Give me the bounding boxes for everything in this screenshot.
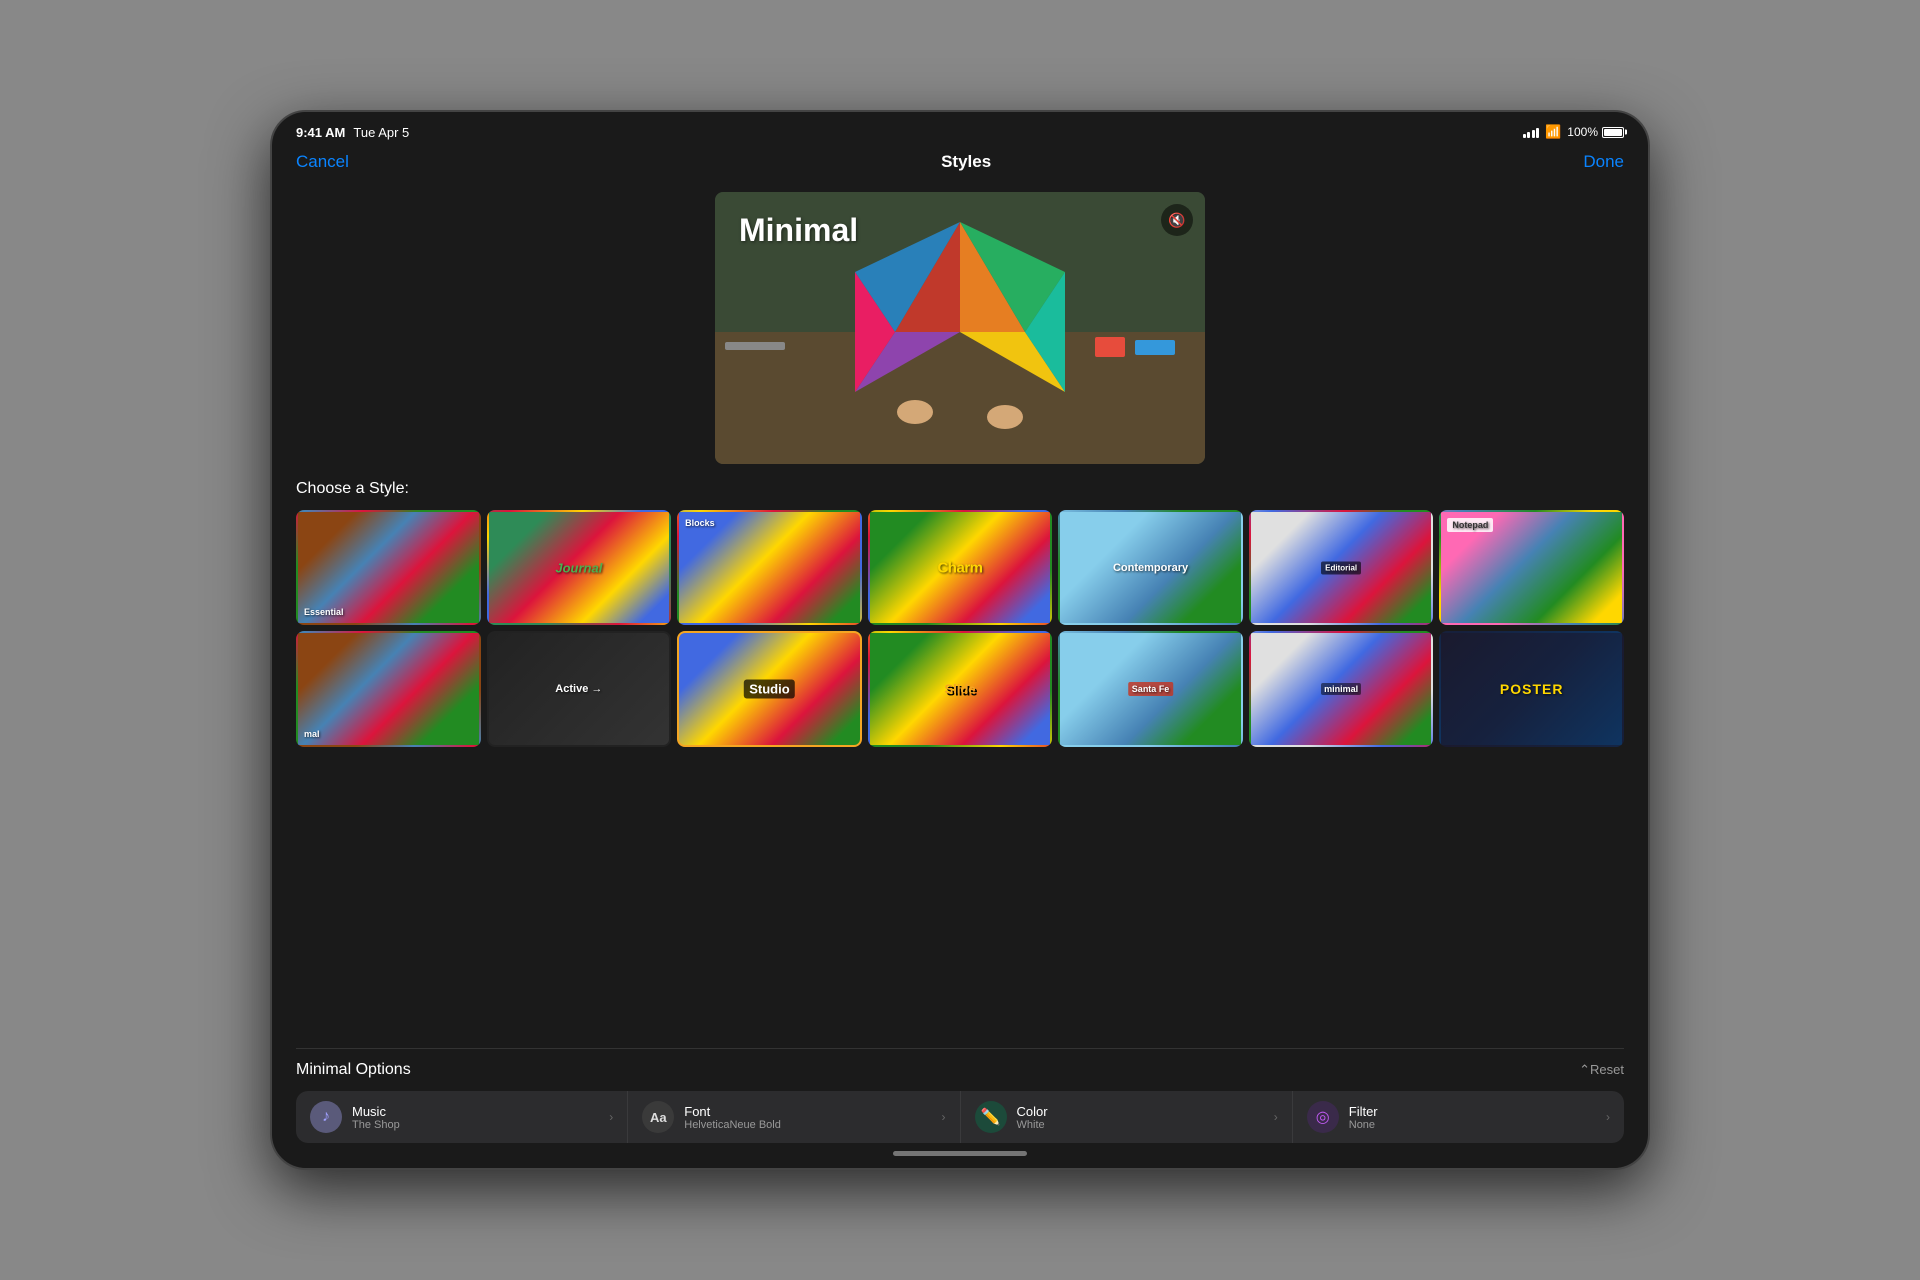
style-charm-label: Charm	[937, 559, 982, 576]
style-journal-label: Journal	[555, 560, 602, 575]
cancel-button[interactable]: Cancel	[296, 152, 349, 172]
style-poster-label: POSTER	[1500, 681, 1564, 697]
filter-chevron: ›	[1606, 1110, 1610, 1124]
signal-icon	[1523, 126, 1540, 138]
styles-row-2: mal Active → Studio Slide	[296, 631, 1624, 746]
style-santa-fe-label: Santa Fe	[1128, 682, 1174, 696]
status-bar: 9:41 AM Tue Apr 5 📶 100%	[272, 112, 1648, 148]
style-minimal-partial-label: mal	[304, 729, 320, 739]
music-text: Music The Shop	[352, 1104, 599, 1131]
style-section: Choose a Style: Essential Journal Blocks	[296, 480, 1624, 1040]
font-label: Font	[684, 1104, 931, 1119]
options-section: Minimal Options ⌃Reset ♪ Music The Shop …	[296, 1048, 1624, 1143]
status-date: Tue Apr 5	[353, 125, 409, 140]
navigation-bar: Cancel Styles Done	[272, 148, 1648, 184]
video-preview-container: Minimal 🔇	[296, 184, 1624, 480]
options-title: Minimal Options	[296, 1061, 411, 1079]
video-preview: Minimal 🔇	[715, 192, 1205, 464]
section-label: Choose a Style:	[296, 480, 1624, 498]
color-value: White	[1017, 1119, 1264, 1131]
done-button[interactable]: Done	[1583, 152, 1624, 172]
filter-icon: ◎	[1307, 1101, 1339, 1133]
filter-option[interactable]: ◎ Filter None ›	[1293, 1091, 1624, 1143]
font-icon: Aa	[642, 1101, 674, 1133]
color-icon: ✏️	[975, 1101, 1007, 1133]
font-chevron: ›	[942, 1110, 946, 1124]
font-value: HelveticaNeue Bold	[684, 1119, 931, 1131]
style-blocks[interactable]: Blocks	[677, 510, 862, 625]
style-blocks-label: Blocks	[685, 518, 715, 528]
mute-button[interactable]: 🔇	[1161, 204, 1193, 236]
style-poster[interactable]: POSTER	[1439, 631, 1624, 746]
color-option[interactable]: ✏️ Color White ›	[961, 1091, 1293, 1143]
color-label: Color	[1017, 1104, 1264, 1119]
style-slide[interactable]: Slide	[868, 631, 1053, 746]
mute-icon: 🔇	[1168, 212, 1185, 229]
style-slide-label: Slide	[944, 682, 975, 697]
status-time: 9:41 AM	[296, 125, 345, 140]
filter-label: Filter	[1349, 1104, 1596, 1119]
battery-percent: 100%	[1567, 125, 1598, 139]
style-studio[interactable]: Studio	[677, 631, 862, 746]
reset-button[interactable]: ⌃Reset	[1579, 1062, 1624, 1078]
style-contemporary[interactable]: Contemporary	[1058, 510, 1243, 625]
options-header: Minimal Options ⌃Reset	[296, 1061, 1624, 1079]
options-row: ♪ Music The Shop › Aa Font HelveticaNeue…	[296, 1091, 1624, 1143]
filter-text: Filter None	[1349, 1104, 1596, 1131]
home-indicator	[272, 1143, 1648, 1168]
style-studio-label: Studio	[744, 680, 794, 699]
style-active-label: Active →	[555, 683, 602, 695]
music-option[interactable]: ♪ Music The Shop ›	[296, 1091, 628, 1143]
status-icons: 📶 100%	[1523, 124, 1624, 140]
style-essential-label: Essential	[304, 607, 344, 617]
style-minimal-partial[interactable]: mal	[296, 631, 481, 746]
battery-icon	[1602, 127, 1624, 138]
music-value: The Shop	[352, 1119, 599, 1131]
font-text: Font HelveticaNeue Bold	[684, 1104, 931, 1131]
music-icon: ♪	[310, 1101, 342, 1133]
wifi-icon: 📶	[1545, 124, 1561, 140]
style-minimal2-label: minimal	[1321, 683, 1361, 695]
music-label: Music	[352, 1104, 599, 1119]
ipad-device: 9:41 AM Tue Apr 5 📶 100%	[270, 110, 1650, 1170]
style-santa-fe[interactable]: Santa Fe	[1058, 631, 1243, 746]
style-charm[interactable]: Charm	[868, 510, 1053, 625]
home-bar	[893, 1151, 1027, 1156]
battery-indicator: 100%	[1567, 125, 1624, 139]
style-editorial[interactable]: Editorial	[1249, 510, 1434, 625]
style-active[interactable]: Active →	[487, 631, 672, 746]
style-journal[interactable]: Journal	[487, 510, 672, 625]
style-notepad-label: Notepad	[1447, 518, 1493, 532]
filter-value: None	[1349, 1119, 1596, 1131]
style-notepad[interactable]: Notepad	[1439, 510, 1624, 625]
style-minimal2[interactable]: minimal	[1249, 631, 1434, 746]
color-chevron: ›	[1274, 1110, 1278, 1124]
style-editorial-label: Editorial	[1321, 561, 1361, 574]
video-title: Minimal	[739, 212, 858, 249]
style-contemporary-label: Contemporary	[1113, 562, 1188, 574]
style-essential[interactable]: Essential	[296, 510, 481, 625]
main-content: Minimal 🔇 Choose a Style: Essential	[272, 184, 1648, 1143]
page-title: Styles	[941, 152, 991, 172]
styles-row-1: Essential Journal Blocks Charm	[296, 510, 1624, 625]
color-text: Color White	[1017, 1104, 1264, 1131]
font-option[interactable]: Aa Font HelveticaNeue Bold ›	[628, 1091, 960, 1143]
music-chevron: ›	[609, 1110, 613, 1124]
